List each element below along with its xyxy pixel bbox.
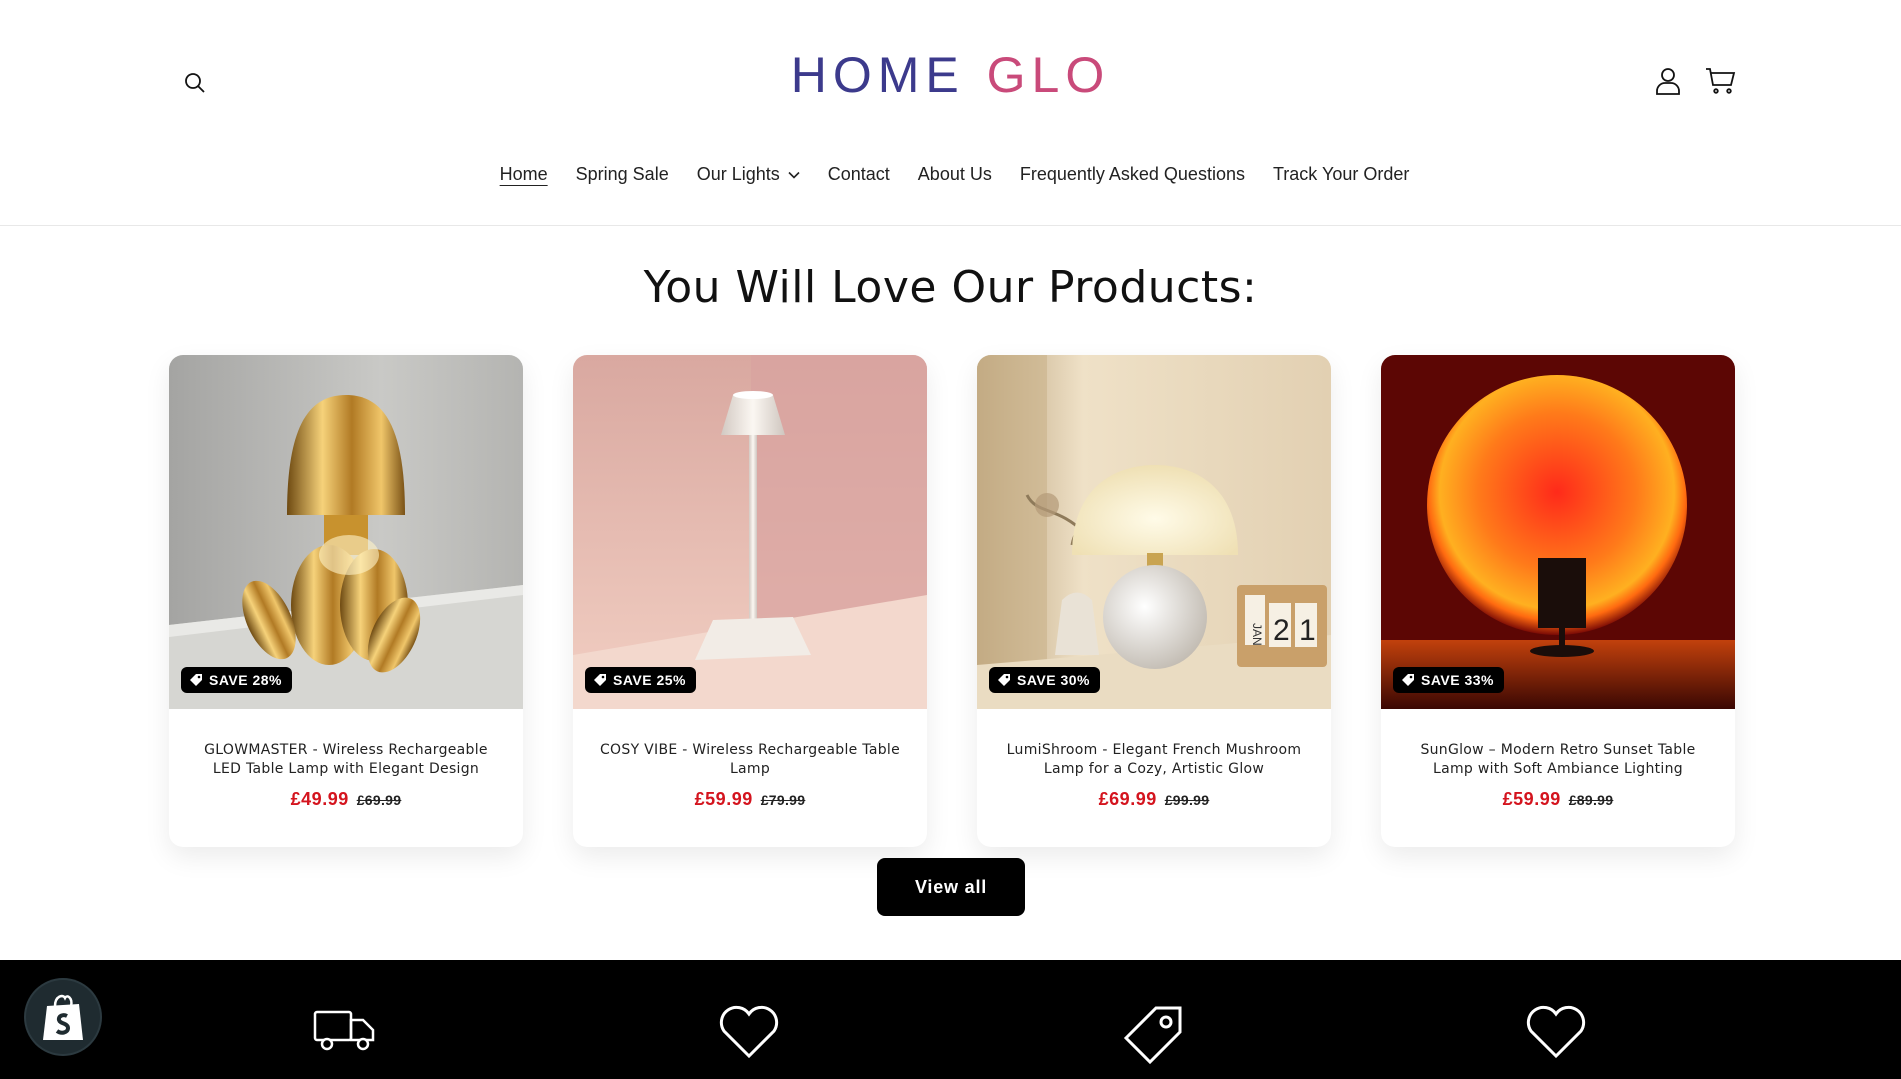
- sale-price: £69.99: [1098, 789, 1157, 809]
- site-header: HOME GLO Home Spring Sale Our Lights Con…: [0, 0, 1901, 226]
- discount-badge: SAVE 25%: [585, 667, 696, 693]
- calendar-day-ones: 1: [1299, 614, 1316, 647]
- product-name[interactable]: LumiShroom - Elegant French Mushroom Lam…: [997, 741, 1311, 779]
- tag-icon: [190, 674, 202, 686]
- logo-text-home: HOME: [790, 47, 965, 103]
- cart-icon: [1706, 68, 1736, 94]
- features-band: [0, 960, 1901, 1079]
- original-price: £79.99: [760, 792, 806, 808]
- product-card[interactable]: SAVE 25% COSY VIBE - Wireless Rechargeab…: [573, 355, 927, 847]
- tag-icon: [594, 674, 606, 686]
- original-price: £69.99: [356, 792, 402, 808]
- price-tag-icon: [1118, 1004, 1188, 1065]
- badge-label: SAVE 30%: [1017, 672, 1090, 688]
- account-icon: [1656, 68, 1680, 95]
- nav-item-spring-sale[interactable]: Spring Sale: [562, 160, 683, 189]
- section-title: You Will Love Our Products:: [643, 262, 1258, 313]
- shopify-bag-icon: [43, 994, 83, 1040]
- badge-label: SAVE 25%: [613, 672, 686, 688]
- view-all-button[interactable]: View all: [877, 858, 1025, 916]
- product-card[interactable]: JAN 2 1 SAVE 30% LumiShroom - Elegant Fr…: [977, 355, 1331, 847]
- badge-label: SAVE 33%: [1421, 672, 1494, 688]
- shopify-chat-button[interactable]: [26, 980, 100, 1054]
- product-name[interactable]: COSY VIBE - Wireless Rechargeable Table …: [593, 741, 907, 779]
- nav-item-about-us[interactable]: About Us: [904, 160, 1006, 189]
- tag-icon: [1402, 674, 1414, 686]
- nav-label: About Us: [917, 164, 992, 184]
- heart-icon: [1521, 1004, 1591, 1064]
- discount-badge: SAVE 30%: [989, 667, 1100, 693]
- truck-icon: [310, 1004, 380, 1064]
- product-card[interactable]: SAVE 28% GLOWMASTER - Wireless Rechargea…: [169, 355, 523, 847]
- nav-label: Home: [499, 164, 548, 184]
- calendar-month: JAN: [1250, 623, 1264, 646]
- nav-label: Track Your Order: [1272, 164, 1410, 184]
- product-name[interactable]: SunGlow – Modern Retro Sunset Table Lamp…: [1401, 741, 1715, 779]
- nav-item-track-order[interactable]: Track Your Order: [1259, 160, 1423, 189]
- nav-item-our-lights[interactable]: Our Lights: [683, 160, 814, 189]
- account-button[interactable]: [1653, 66, 1683, 96]
- sale-price: £49.99: [290, 789, 349, 809]
- original-price: £89.99: [1568, 792, 1614, 808]
- product-image[interactable]: SAVE 33%: [1381, 355, 1735, 709]
- original-price: £99.99: [1164, 792, 1210, 808]
- tag-icon: [998, 674, 1010, 686]
- badge-label: SAVE 28%: [209, 672, 282, 688]
- sale-price: £59.99: [1502, 789, 1561, 809]
- nav-item-contact[interactable]: Contact: [814, 160, 904, 189]
- discount-badge: SAVE 28%: [181, 667, 292, 693]
- sale-price: £59.99: [694, 789, 753, 809]
- discount-badge: SAVE 33%: [1393, 667, 1504, 693]
- nav-item-home[interactable]: Home: [486, 160, 562, 189]
- nav-label: Our Lights: [696, 164, 780, 184]
- product-card[interactable]: SAVE 33% SunGlow – Modern Retro Sunset T…: [1381, 355, 1735, 847]
- product-image[interactable]: JAN 2 1 SAVE 30%: [977, 355, 1331, 709]
- calendar-day-tens: 2: [1273, 614, 1290, 647]
- product-name[interactable]: GLOWMASTER - Wireless Rechargeable LED T…: [189, 741, 503, 779]
- cart-button[interactable]: [1704, 66, 1738, 96]
- nav-item-faq[interactable]: Frequently Asked Questions: [1006, 160, 1259, 189]
- product-image[interactable]: SAVE 28%: [169, 355, 523, 709]
- chevron-down-icon: [788, 171, 800, 179]
- main-navigation: Home Spring Sale Our Lights Contact Abou…: [0, 160, 1901, 189]
- product-grid: SAVE 28% GLOWMASTER - Wireless Rechargea…: [169, 355, 1735, 847]
- heart-icon: [714, 1004, 784, 1064]
- product-image[interactable]: SAVE 25%: [573, 355, 927, 709]
- nav-label: Frequently Asked Questions: [1019, 164, 1245, 184]
- nav-label: Contact: [827, 164, 890, 184]
- nav-label: Spring Sale: [575, 164, 669, 184]
- site-logo[interactable]: HOME GLO: [0, 46, 1901, 104]
- logo-text-glo: GLO: [986, 47, 1111, 103]
